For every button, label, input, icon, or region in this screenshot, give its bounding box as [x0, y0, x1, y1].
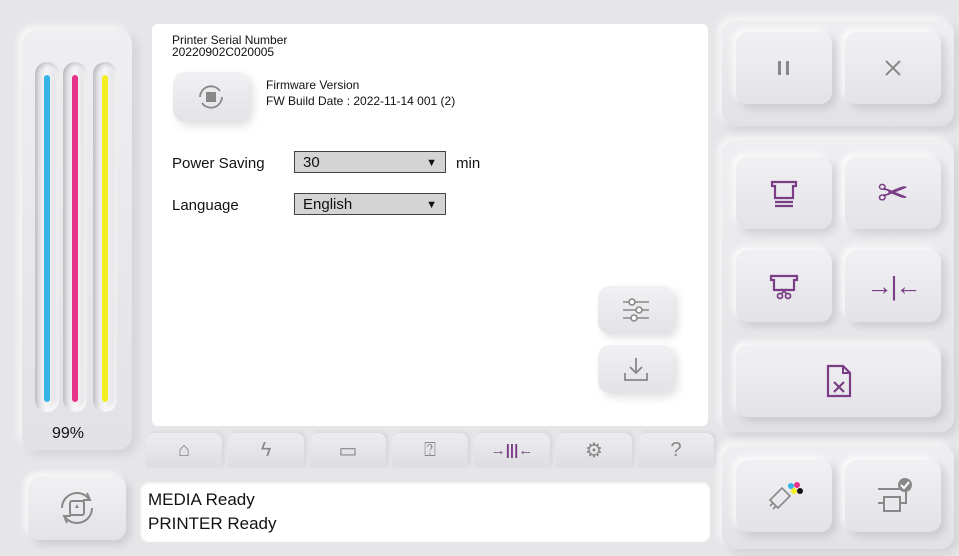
- home-icon: ⌂: [177, 438, 191, 461]
- status-panel: MEDIA Ready PRINTER Ready: [140, 482, 710, 542]
- ink-bar-magenta: [63, 62, 87, 412]
- language-label: Language: [172, 197, 239, 214]
- refresh-ink-button[interactable]: [28, 476, 126, 540]
- ink-fill-yellow: [102, 75, 108, 402]
- tab-media-roll[interactable]: ⍰: [392, 433, 468, 467]
- firmware-label: Firmware Version: [266, 78, 360, 92]
- ink-bar-yellow: [93, 62, 117, 412]
- adjust-settings-button[interactable]: [598, 286, 674, 334]
- tab-help[interactable]: ?: [638, 433, 714, 467]
- feed-cut-icon: [769, 274, 799, 300]
- pause-icon: [778, 61, 789, 75]
- feed-media-button[interactable]: [736, 157, 832, 229]
- firmware-update-button[interactable]: [173, 72, 249, 122]
- media-status: MEDIA Ready: [148, 490, 255, 509]
- ink-bar-cyan: [35, 62, 59, 412]
- power-saving-select[interactable]: 30 ▼: [294, 151, 446, 173]
- power-saving-label: Power Saving: [172, 155, 265, 172]
- refresh-ink-icon: [61, 492, 93, 524]
- file-delete-icon: [826, 364, 851, 398]
- chevron-down-icon: ▼: [426, 157, 437, 169]
- lightning-icon: ϟ: [260, 438, 272, 461]
- delete-job-button[interactable]: [736, 345, 941, 417]
- tab-gear[interactable]: ⚙: [556, 433, 632, 467]
- feed-cut-button[interactable]: [736, 250, 832, 322]
- media-icon: ▭: [338, 439, 358, 462]
- tab-lightning[interactable]: ϟ: [228, 433, 304, 467]
- pause-button[interactable]: [736, 32, 832, 104]
- scissors-icon: ✂: [877, 172, 909, 215]
- printer-check-icon: [878, 478, 912, 512]
- align-button[interactable]: →|←: [845, 250, 941, 322]
- download-icon: [624, 358, 648, 381]
- tab-home[interactable]: ⌂: [146, 433, 222, 467]
- gear-icon: ⚙: [585, 439, 603, 462]
- media-roll-icon: ⍰: [424, 438, 436, 461]
- power-saving-value: 30: [303, 154, 320, 171]
- power-saving-unit: min: [456, 155, 481, 172]
- help-icon: ?: [670, 438, 682, 461]
- download-button[interactable]: [598, 345, 674, 393]
- ink-percent: 99%: [52, 425, 85, 442]
- printer-status: PRINTER Ready: [148, 514, 277, 533]
- color-align-icon: →|||←: [490, 441, 534, 459]
- ink-fill-magenta: [72, 75, 78, 402]
- feed-media-icon: [770, 180, 798, 208]
- firmware-chip-icon: [199, 85, 223, 109]
- close-icon: [885, 60, 901, 76]
- cancel-button[interactable]: [845, 32, 941, 104]
- language-select[interactable]: English ▼: [294, 193, 446, 215]
- tab-media[interactable]: ▭: [310, 433, 386, 467]
- clean-head-icon: [768, 482, 803, 510]
- sliders-icon: [623, 298, 649, 322]
- tab-color-align[interactable]: →|||←: [474, 433, 550, 467]
- serial-value: 20220902C020005: [172, 45, 275, 59]
- firmware-build: FW Build Date : 2022-11-14 001 (2): [266, 94, 456, 108]
- printer-ready-button[interactable]: [845, 460, 941, 532]
- ink-fill-cyan: [44, 75, 50, 402]
- chevron-down-icon: ▼: [426, 199, 437, 211]
- clean-head-button[interactable]: [736, 460, 832, 532]
- align-arrows-icon: →|←: [866, 270, 922, 301]
- language-value: English: [303, 196, 353, 213]
- cut-button[interactable]: ✂: [845, 157, 941, 229]
